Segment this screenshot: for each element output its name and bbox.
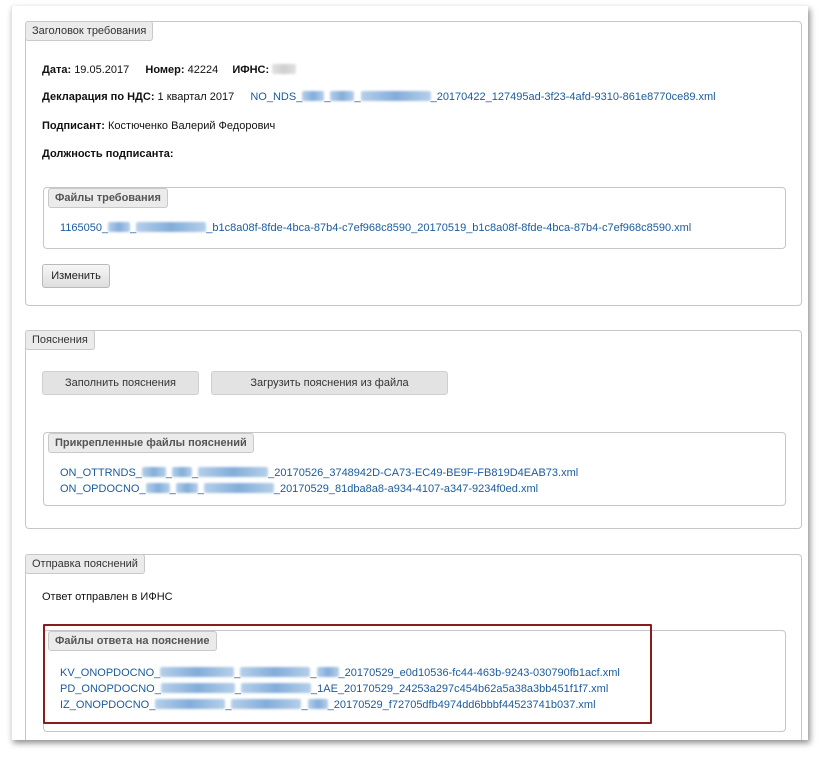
explanations-section: Пояснения Заполнить пояснения Загрузить … <box>25 330 802 529</box>
fill-explanations-button[interactable]: Заполнить пояснения <box>42 371 199 395</box>
attached-files-box: Прикрепленные файлы пояснений ON_OTTRNDS… <box>43 432 786 506</box>
signer-label: Подписант: <box>42 120 105 132</box>
attached-file-link-2[interactable]: ON_OPDOCNO_ _ _ _20170529_81dba8a8-a934-410… <box>60 483 538 495</box>
change-button[interactable]: Изменить <box>42 264 110 288</box>
attached-files-legend: Прикрепленные файлы пояснений <box>48 433 254 453</box>
app-window: Заголовок требования Дата: 19.05.2017 Но… <box>11 6 808 740</box>
request-meta-row: Дата: 19.05.2017 Номер: 42224 ИФНС: <box>42 64 297 76</box>
request-files-legend: Файлы требования <box>48 188 168 208</box>
number-value: 42224 <box>187 64 219 76</box>
request-header-section: Заголовок требования Дата: 19.05.2017 Но… <box>25 21 802 306</box>
date-value: 19.05.2017 <box>74 64 130 76</box>
request-file-link[interactable]: 1165050_ _ _b1c8a08f-8fde-4bca-87b4-c7ef96… <box>60 222 691 234</box>
sending-status: Ответ отправлен в ИФНС <box>42 591 173 603</box>
declaration-label: Декларация по НДС: <box>42 91 155 103</box>
number-label: Номер: <box>145 64 185 76</box>
request-header-legend: Заголовок требования <box>25 21 154 41</box>
position-label: Должность подписанта: <box>42 148 174 160</box>
ifns-redacted <box>272 64 297 74</box>
declaration-period: 1 квартал 2017 <box>157 91 235 103</box>
response-files-highlight <box>43 624 652 724</box>
attached-file-link-1[interactable]: ON_OTTRNDS_ _ _ _20170526_3748942D-CA73-EC4… <box>60 467 578 479</box>
upload-explanations-button[interactable]: Загрузить пояснения из файла <box>211 371 448 395</box>
sending-legend: Отправка пояснений <box>25 554 145 574</box>
explanations-legend: Пояснения <box>25 330 95 350</box>
signer-row: Подписант: Костюченко Валерий Федорович <box>42 120 275 132</box>
declaration-file-link[interactable]: NO_NDS_ _ _ _20170422_127495ad-3f23-4afd-93… <box>250 91 716 103</box>
signer-value: Костюченко Валерий Федорович <box>108 120 276 132</box>
declaration-row: Декларация по НДС: 1 квартал 2017 NO_NDS… <box>42 91 716 103</box>
date-label: Дата: <box>42 64 72 76</box>
position-row: Должность подписанта: <box>42 148 174 160</box>
request-files-box: Файлы требования 1165050_ _ _b1c8a08f-8fde… <box>43 187 786 249</box>
ifns-label: ИФНС: <box>232 64 270 76</box>
